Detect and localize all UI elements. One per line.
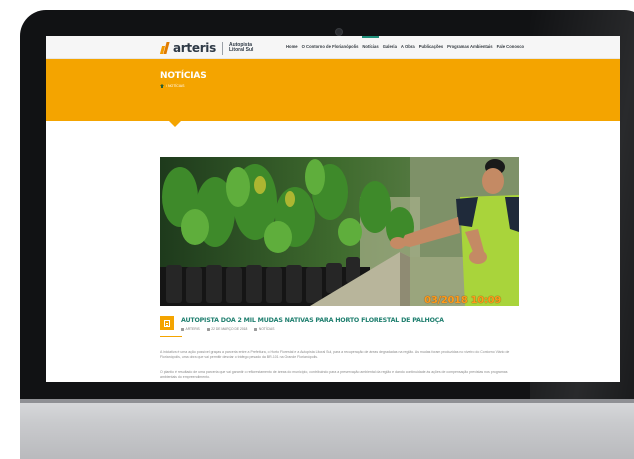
page-title: NOTÍCIAS [160,71,207,81]
meta-date: 22 DE MARÇO DE 2018 [206,327,248,331]
site-logo[interactable]: arteris Autopista Litoral Sul [159,41,254,55]
home-icon[interactable] [160,84,164,88]
monitor-chin-edge [20,399,634,403]
meta-category-label: NOTÍCIAS [258,327,275,331]
breadcrumb-current: / NOTÍCIAS [166,84,185,88]
camera-icon [335,28,343,36]
seedlings-photo-illustration [160,157,519,306]
nav-item-a-obra[interactable]: A Obra [401,36,415,58]
folder-icon [254,327,258,331]
breadcrumb: / NOTÍCIAS [160,84,184,88]
post-title[interactable]: AUTOPISTA DOA 2 MIL MUDAS NATIVAS PARA H… [181,317,444,324]
monitor-chin [20,399,634,459]
post-meta: ARTERIS 22 DE MARÇO DE 2018 NOTÍCIAS [181,327,281,331]
banner-notch [168,120,182,127]
nav-item-publicacoes[interactable]: Publicações [419,36,443,58]
arteris-logo-icon [159,42,170,54]
logo-divider [221,41,223,55]
document-icon [164,319,170,327]
post-divider [160,336,182,337]
logo-text: arteris [173,41,216,55]
logo-subtitle: Autopista Litoral Sul [228,42,254,54]
main-nav: Home O Contorno de Florianópolis Notícia… [286,36,528,58]
nav-item-home[interactable]: Home [286,36,298,58]
nav-item-noticias[interactable]: Notícias [362,36,380,58]
nav-item-galeria[interactable]: Galeria [383,36,397,58]
nav-item-fale-conosco[interactable]: Fale Conosco [497,36,524,58]
calendar-icon [206,327,210,331]
browser-screen: arteris Autopista Litoral Sul Home O Con… [46,36,620,382]
post-paragraph-2: O plantio é resultado de uma parceria qu… [160,369,508,379]
site-header: arteris Autopista Litoral Sul Home O Con… [46,36,620,59]
meta-category[interactable]: NOTÍCIAS [254,327,274,331]
post-paragraph-1: A iniciativa é uma ação possível graças … [160,349,510,359]
meta-author[interactable]: ARTERIS [181,327,200,331]
photo-timestamp: 03/2018 10:09 [424,295,501,306]
nav-item-programas-ambientais[interactable]: Programas Ambientais [447,36,492,58]
article-photo[interactable]: 03/2018 10:09 [160,157,519,306]
meta-date-label: 22 DE MARÇO DE 2018 [211,327,248,331]
nav-item-contorno[interactable]: O Contorno de Florianópolis [302,36,359,58]
logo-subtitle-line2: Litoral Sul [228,47,254,53]
post-format-badge [160,316,174,330]
user-icon [181,327,184,331]
meta-author-label: ARTERIS [185,327,200,331]
page-banner: NOTÍCIAS / NOTÍCIAS [46,59,620,121]
